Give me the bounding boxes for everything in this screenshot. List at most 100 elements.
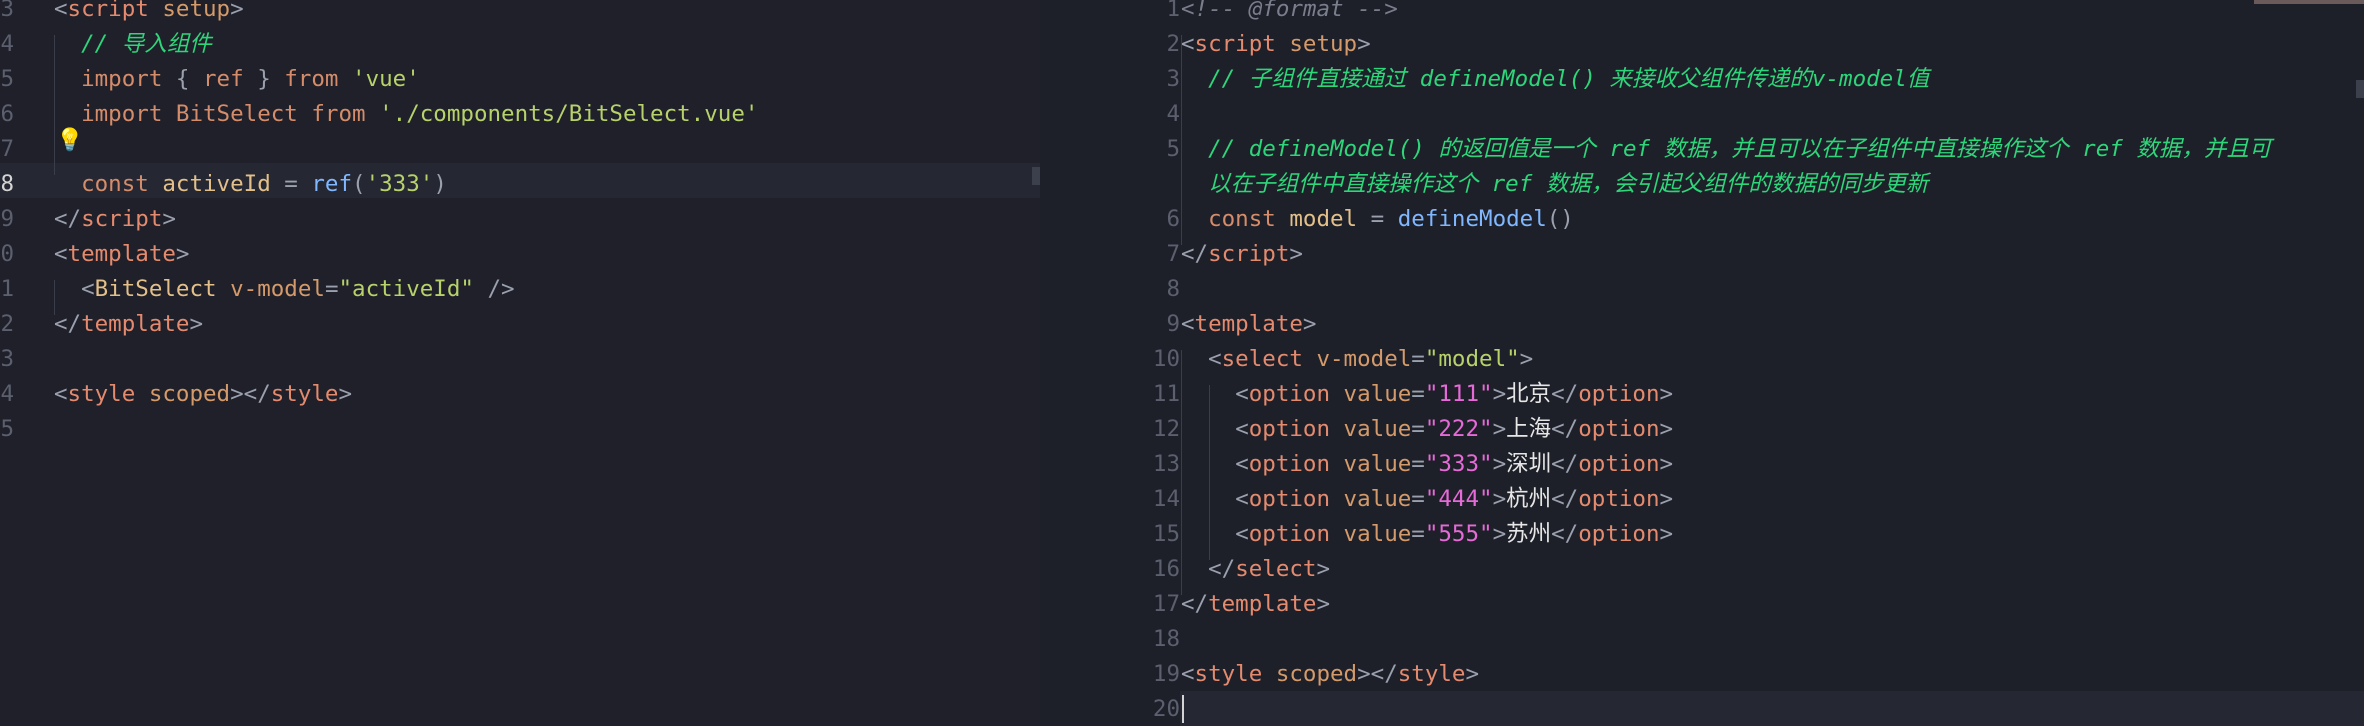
- code-token: "111": [1424, 381, 1493, 407]
- code-token: from: [311, 101, 366, 127]
- code-line[interactable]: 10 <select v-model="model">: [1040, 342, 2364, 377]
- code-token: >: [338, 381, 353, 407]
- code-token: ref: [203, 66, 244, 92]
- code-token: >: [162, 206, 176, 232]
- line-number: 8: [0, 171, 14, 197]
- code-line[interactable]: 4 // 导入组件: [0, 27, 1040, 62]
- code-token: setup: [1275, 31, 1358, 57]
- code-line[interactable]: 7: [0, 132, 1040, 167]
- code-line[interactable]: 6 import BitSelect from './components/Bi…: [0, 97, 1040, 132]
- lightbulb-icon[interactable]: 💡: [56, 128, 83, 153]
- code-token: v-model: [216, 276, 325, 302]
- code-line[interactable]: 8 const activeId = ref('333'): [0, 167, 1040, 202]
- code-line[interactable]: 12 <option value="222">上海</option>: [1040, 412, 2364, 447]
- code-token: <: [1235, 451, 1249, 477]
- code-line[interactable]: 17 </template>: [1040, 587, 2364, 622]
- code-line[interactable]: 3 <script setup>: [0, 0, 1040, 27]
- code-token: <: [1181, 31, 1195, 57]
- code-token: model: [1275, 206, 1371, 232]
- code-token: "555": [1424, 521, 1493, 547]
- code-token: BitSelect: [94, 276, 217, 302]
- code-token: script: [1208, 241, 1290, 267]
- code-line[interactable]: 9 </script>: [0, 202, 1040, 237]
- code-line[interactable]: 3: [0, 342, 1040, 377]
- code-line[interactable]: 19 <style scoped></style>: [1040, 657, 2364, 692]
- code-text: <select v-model="model">: [1181, 342, 1533, 377]
- code-line[interactable]: 20: [1040, 692, 2364, 726]
- code-token: >: [1302, 311, 1317, 337]
- code-token: style: [270, 381, 339, 407]
- code-token: option: [1578, 486, 1660, 512]
- code-token: >: [1465, 661, 1480, 687]
- code-line[interactable]: 5 // defineModel() 的返回值是一个 ref 数据，并且可以在子…: [1040, 132, 2364, 167]
- code-line[interactable]: 以在子组件中直接操作这个 ref 数据，会引起父组件的数据的同步更新: [1040, 167, 2364, 202]
- code-line[interactable]: 4: [1040, 97, 2364, 132]
- code-line[interactable]: 1 <!-- @format -->: [1040, 0, 2364, 27]
- code-token: (: [352, 171, 366, 197]
- line-number: 11: [1152, 381, 1180, 407]
- code-line[interactable]: 8: [1040, 272, 2364, 307]
- code-text: // defineModel() 的返回值是一个 ref 数据，并且可以在子组件…: [1181, 132, 2271, 167]
- code-line[interactable]: 2 <script setup>: [1040, 27, 2364, 62]
- code-token: template: [67, 241, 176, 267]
- code-token: template: [81, 311, 190, 337]
- code-text: // 子组件直接通过 defineModel() 来接收父组件传递的v-mode…: [1181, 62, 1929, 97]
- code-line[interactable]: 14 <option value="444">杭州</option>: [1040, 482, 2364, 517]
- code-token: <: [1181, 661, 1195, 687]
- line-number: 2: [1166, 31, 1180, 57]
- code-token: >: [1492, 381, 1507, 407]
- code-line[interactable]: 3 // 子组件直接通过 defineModel() 来接收父组件传递的v-mo…: [1040, 62, 2364, 97]
- line-number: 6: [1166, 206, 1180, 232]
- left-editor-pane[interactable]: 3 <script setup> 4 // 导入组件 5 import { ref }…: [0, 0, 1040, 726]
- code-token: </: [1551, 416, 1579, 442]
- code-token: value: [1330, 416, 1412, 442]
- line-number: 4: [1166, 101, 1180, 127]
- code-token: =: [1411, 521, 1425, 547]
- code-token: </: [54, 206, 82, 232]
- code-token: script: [67, 0, 149, 22]
- code-token: style: [1194, 661, 1263, 687]
- code-line[interactable]: 7 </script>: [1040, 237, 2364, 272]
- code-token: scoped: [1262, 661, 1358, 687]
- line-number: 13: [1152, 451, 1180, 477]
- code-token: =: [1411, 486, 1425, 512]
- code-line[interactable]: 1 <BitSelect v-model="activeId" />: [0, 272, 1040, 307]
- code-token: template: [1208, 591, 1317, 617]
- code-text: 以在子组件中直接操作这个 ref 数据，会引起父组件的数据的同步更新: [1181, 167, 1928, 202]
- code-token: </: [1551, 381, 1579, 407]
- code-line[interactable]: 13 <option value="333">深圳</option>: [1040, 447, 2364, 482]
- code-token: from: [284, 66, 339, 92]
- code-line[interactable]: 5: [0, 412, 1040, 447]
- code-line[interactable]: 9 <template>: [1040, 307, 2364, 342]
- code-token: >: [1659, 486, 1674, 512]
- line-number: 7: [1166, 241, 1180, 267]
- code-line[interactable]: 18: [1040, 622, 2364, 657]
- code-line[interactable]: 16 </select>: [1040, 552, 2364, 587]
- code-line[interactable]: 0 <template>: [0, 237, 1040, 272]
- line-number: 10: [1152, 346, 1180, 372]
- line-number: 8: [1166, 276, 1180, 302]
- code-line[interactable]: 4 <style scoped></style>: [0, 377, 1040, 412]
- code-token: >: [189, 311, 204, 337]
- line-number: 20: [1152, 696, 1180, 722]
- code-token: BitSelect: [162, 101, 312, 127]
- code-line[interactable]: 15 <option value="555">苏州</option>: [1040, 517, 2364, 552]
- code-line[interactable]: 5 import { ref } from 'vue': [0, 62, 1040, 97]
- code-token: <: [1181, 311, 1195, 337]
- code-token: script: [1194, 31, 1276, 57]
- code-line[interactable]: 6 const model = defineModel(): [1040, 202, 2364, 237]
- code-token: </: [1181, 591, 1209, 617]
- code-token: </: [1181, 241, 1209, 267]
- code-token: setup: [148, 0, 231, 22]
- right-editor-pane[interactable]: 1 <!-- @format --> 2 <script setup> 3 // 子组件…: [1040, 0, 2364, 726]
- scrollbar-thumb[interactable]: [2254, 0, 2364, 4]
- code-token: =: [324, 276, 339, 302]
- code-line[interactable]: 2 </template>: [0, 307, 1040, 342]
- line-number: 17: [1152, 591, 1180, 617]
- code-token: value: [1330, 486, 1412, 512]
- code-line[interactable]: 11 <option value="111">北京</option>: [1040, 377, 2364, 412]
- code-text: <option value="222">上海</option>: [1181, 412, 1673, 447]
- code-token: option: [1248, 521, 1331, 547]
